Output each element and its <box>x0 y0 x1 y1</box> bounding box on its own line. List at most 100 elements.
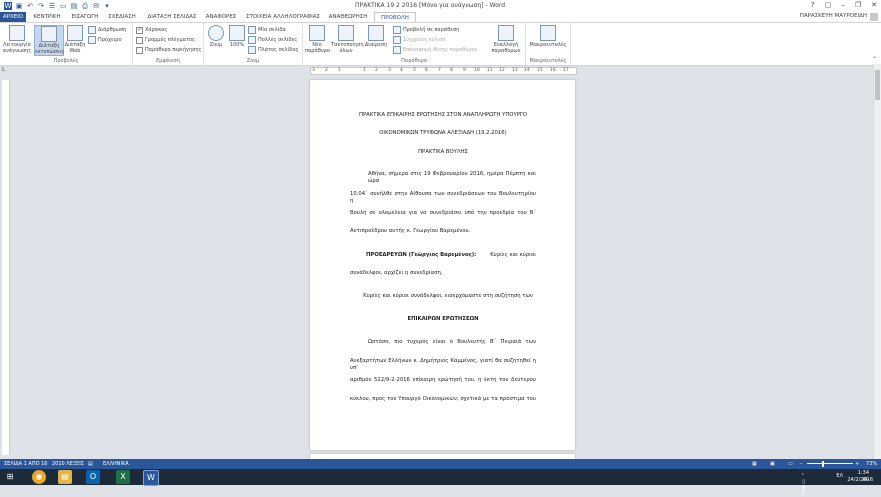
open-icon[interactable]: ▤ <box>70 2 78 10</box>
vertical-ruler[interactable] <box>2 80 10 455</box>
zoom-slider-thumb[interactable] <box>822 461 824 467</box>
outline-button[interactable]: Διάρθρωση <box>88 26 126 34</box>
arrange-all-icon <box>338 25 354 41</box>
excel-icon[interactable]: X <box>116 470 130 484</box>
checkbox-icon <box>136 46 143 54</box>
word-icon[interactable]: W <box>143 470 159 486</box>
web-layout-button[interactable]: Διάταξη Web <box>64 25 86 54</box>
ruler-label: Χάρακας <box>145 27 168 33</box>
tab-mailings[interactable]: ΣΤΟΙΧΕΙΑ ΑΛΛΗΛΟΓΡΑΦΙΑΣ <box>244 12 322 22</box>
tab-file[interactable]: ΑΡΧΕΙΟ <box>0 12 26 22</box>
avatar[interactable] <box>870 13 878 21</box>
split-button[interactable]: Διαίρεση <box>363 25 389 48</box>
doc-paragraph-line: Ωστόσο, πιο τυχερός είναι ο Βουλευτής Β΄… <box>368 339 536 345</box>
zoom-slider[interactable] <box>807 463 853 464</box>
word-count[interactable]: 2010 ΛΕΞΕΙΣ <box>52 459 84 469</box>
sync-scroll-button[interactable]: Σύγχρονη κύλιση <box>393 36 446 44</box>
page-count[interactable]: ΣΕΛΙΔΑ 1 ΑΠΟ 16 <box>4 459 47 469</box>
close-icon[interactable]: ✕ <box>871 1 877 9</box>
zoom-100-button[interactable]: 100% <box>228 25 246 48</box>
zoom-button[interactable]: Ζουμ <box>207 25 225 48</box>
macros-label: Μακροεντολές <box>529 42 567 48</box>
zoom-in-icon[interactable]: + <box>855 459 859 469</box>
doc-paragraph-line: αριθμόν 522/9-2-2016 επίκαιρη ερώτησή το… <box>350 377 536 383</box>
switch-windows-button[interactable]: Εναλλαγή παραθύρων <box>489 25 523 54</box>
nav-pane-checkbox[interactable]: Παράθυρο περιήγησης <box>136 46 201 54</box>
print-layout-label: Διάταξη εκτυπώσεις <box>35 43 65 55</box>
user-name[interactable]: ΠΑΡΑΣΚΕΥΗ ΜΑΥΡΟΕΙΔΗ <box>800 13 867 19</box>
macros-button[interactable]: Μακροεντολές <box>528 25 568 48</box>
ruler-tick: 2 <box>375 68 378 73</box>
print-preview-icon[interactable]: ⎙ <box>81 2 89 10</box>
language[interactable]: ΕΛΛΗΝΙΚΑ <box>103 459 129 469</box>
web-layout-label: Διάταξη Web <box>64 42 86 54</box>
horizontal-ruler[interactable]: 3 2 1 1 2 3 4 5 6 7 8 9 10 11 12 13 14 1… <box>310 67 577 75</box>
views-group-label: Προβολές <box>53 58 79 64</box>
file-explorer-icon[interactable]: ▤ <box>58 470 72 484</box>
document-page[interactable]: ΠΡΑΚΤΙΚΑ ΕΠΙΚΑΙΡΗΣ ΕΡΩΤΗΣΗΣ ΣΤΟΝ ΑΝΑΠΛΗΡ… <box>310 80 575 450</box>
tab-selector-icon[interactable]: L <box>2 66 8 73</box>
one-page-icon <box>248 26 256 34</box>
split-icon <box>368 25 384 41</box>
web-layout-view-icon[interactable]: ▭ <box>788 459 793 469</box>
outlook-icon[interactable]: O <box>86 470 100 484</box>
doc-paragraph-line: Ανεξαρτήτων Ελλήνων κ. Δημήτριος Καμμένο… <box>350 358 536 371</box>
save-icon[interactable]: ▣ <box>15 2 23 10</box>
tab-review[interactable]: ΑΝΑΘΕΩΡΗΣΗ <box>326 12 370 22</box>
show-group: ✓ Χάρακας Γραμμές πλέγματος Παράθυρο περ… <box>133 23 204 65</box>
doc-paragraph-line: Βουλή σε ολομέλεια για να συνεδριάσει υπ… <box>350 210 536 216</box>
switch-windows-icon <box>498 25 514 41</box>
sync-scroll-label: Σύγχρονη κύλιση <box>403 37 446 43</box>
arrange-all-button[interactable]: Τακτοποίηση όλων <box>331 25 364 54</box>
help-icon[interactable]: ? <box>811 1 815 9</box>
ruler-checkbox[interactable]: ✓ Χάρακας <box>136 26 167 34</box>
clock-date[interactable]: 24/2/2016 <box>847 477 873 483</box>
restore-icon[interactable]: ❐ <box>855 1 861 9</box>
read-mode-button[interactable]: Λειτουργία ανάγνωσης <box>2 25 32 54</box>
new-window-icon <box>309 25 325 41</box>
page-width-button[interactable]: Πλάτος σελίδας <box>248 46 298 54</box>
doc-paragraph-line: συνάδελφοι, αρχίζει η συνεδρίαση. <box>350 270 443 276</box>
side-by-side-button[interactable]: Προβολή σε παράθεση <box>393 26 459 34</box>
print-layout-view-icon[interactable]: ▣ <box>770 459 775 469</box>
undo-icon[interactable]: ↶ <box>26 2 34 10</box>
one-page-button[interactable]: Μία σελίδα <box>248 26 286 34</box>
proofing-icon[interactable]: ▤ <box>88 459 93 469</box>
tab-page-layout[interactable]: ΔΙΑΤΑΞΗ ΣΕΛΙΔΑΣ <box>144 12 200 22</box>
new-window-button[interactable]: Νέο παράθυρο <box>305 25 330 54</box>
minimize-icon[interactable]: – <box>841 1 845 9</box>
multiple-pages-icon <box>248 36 256 44</box>
reset-position-button[interactable]: Επαναφορά θέσης παραθύρου <box>393 46 477 54</box>
customize-qat-icon[interactable]: ▾ <box>103 2 111 10</box>
redo-icon[interactable]: ↷ <box>37 2 45 10</box>
read-mode-label: Λειτουργία ανάγνωσης <box>2 42 32 54</box>
new-doc-icon[interactable]: ▭ <box>59 2 67 10</box>
zoom-100-label: 100% <box>229 42 245 48</box>
bullets-icon[interactable]: ☰ <box>48 2 56 10</box>
tray-icons[interactable]: ⌃ ▯ ▮ ♫ <box>801 473 805 497</box>
scrollbar-thumb[interactable] <box>875 70 880 100</box>
one-page-label: Μία σελίδα <box>258 27 286 33</box>
collapse-ribbon-icon[interactable]: ⌃ <box>872 56 877 63</box>
read-mode-view-icon[interactable]: ▦ <box>752 459 757 469</box>
input-language[interactable]: ΕΛ <box>836 473 843 479</box>
gridlines-checkbox[interactable]: Γραμμές πλέγματος <box>136 36 195 44</box>
tab-insert[interactable]: ΕΙΣΑΓΩΓΗ <box>68 12 102 22</box>
multiple-pages-button[interactable]: Πολλές σελίδες <box>248 36 297 44</box>
tab-design[interactable]: ΣΧΕΔΙΑΣΗ <box>104 12 140 22</box>
vertical-scrollbar[interactable] <box>873 64 881 459</box>
draft-button[interactable]: Πρόχειρο <box>88 36 122 44</box>
split-label: Διαίρεση <box>364 42 388 48</box>
email-icon[interactable]: ✉ <box>92 2 100 10</box>
print-layout-button[interactable]: Διάταξη εκτυπώσεις <box>34 25 64 56</box>
hundred-percent-icon <box>229 25 245 41</box>
doc-paragraph-line: 10.04΄ συνήλθε στην Αίθουσα των συνεδριά… <box>350 191 536 204</box>
zoom-level[interactable]: 73% <box>866 459 877 469</box>
page-width-label: Πλάτος σελίδας <box>258 47 299 53</box>
chrome-icon[interactable]: ◉ <box>32 470 46 484</box>
zoom-out-icon[interactable]: – <box>800 459 803 469</box>
tab-references[interactable]: ΑΝΑΦΟΡΕΣ <box>203 12 239 22</box>
tab-home[interactable]: ΚΕΝΤΡΙΚΗ <box>30 12 64 22</box>
ribbon-display-icon[interactable]: ▢ <box>825 1 832 9</box>
windows-start-icon[interactable]: ⊞ <box>3 470 17 484</box>
